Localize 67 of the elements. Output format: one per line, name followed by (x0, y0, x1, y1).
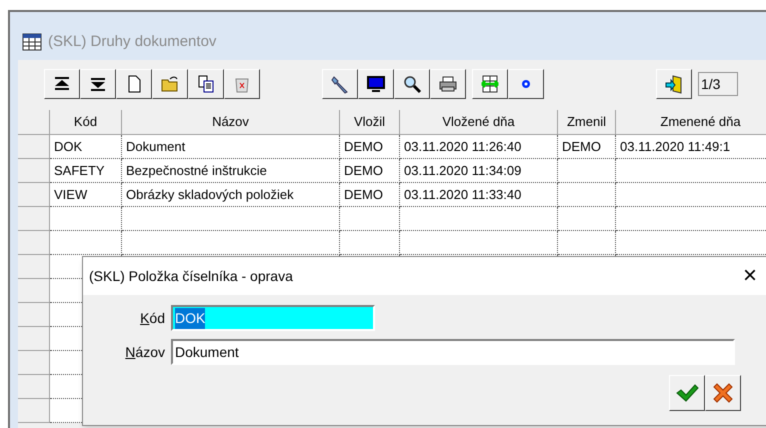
folder-icon (160, 74, 180, 94)
row-header (18, 207, 50, 231)
table-cell: DEMO (340, 159, 400, 183)
field-label: Kód (139, 308, 166, 328)
toolbar-button[interactable] (656, 69, 692, 99)
toolbar-button[interactable] (508, 69, 544, 99)
row-header (18, 327, 50, 351)
table-cell (558, 231, 616, 255)
copy-icon (196, 74, 216, 94)
toolbar-button[interactable] (472, 69, 508, 99)
table-cell: Dokument (122, 135, 340, 159)
dot-icon (521, 79, 531, 89)
cancel-button[interactable] (705, 375, 741, 411)
dialog-title: (SKL) Položka číselníka - oprava (89, 266, 293, 286)
row-header (18, 303, 50, 327)
toolbar-button[interactable] (80, 69, 116, 99)
row-header (18, 183, 50, 207)
table-cell (50, 231, 122, 255)
column-width-icon (480, 74, 500, 94)
table-cell: 03.11.2020 11:26:40 (400, 135, 558, 159)
input-field[interactable]: Dokument (171, 339, 735, 365)
close-button[interactable]: × (742, 264, 757, 288)
toolbar-button[interactable] (358, 69, 394, 99)
table-cell: Bezpečnostné inštrukcie (122, 159, 340, 183)
table-cell (340, 207, 400, 231)
table-cell: DEMO (340, 183, 400, 207)
checkmark-icon (675, 383, 699, 403)
table-icon (22, 33, 42, 51)
row-header (18, 231, 50, 255)
confirm-button[interactable] (669, 375, 705, 411)
table-cell: SAFETY (50, 159, 122, 183)
wrench-icon (330, 74, 350, 94)
table-cell: 03.11.2020 11:49:1 (616, 135, 766, 159)
table-cell (558, 207, 616, 231)
toolbar-button[interactable] (188, 69, 224, 99)
table-cell: 03.11.2020 11:34:09 (400, 159, 558, 183)
table-cell: DEMO (340, 135, 400, 159)
exit-door-icon (664, 74, 684, 94)
toolbar-button[interactable] (322, 69, 358, 99)
row-header (18, 279, 50, 303)
toolbar-button[interactable] (430, 69, 466, 99)
toolbar-button[interactable] (224, 69, 260, 99)
toolbar-button[interactable] (394, 69, 430, 99)
printer-icon (438, 74, 458, 94)
row-header (18, 159, 50, 183)
table-cell: 03.11.2020 11:33:40 (400, 183, 558, 207)
table-cell: Obrázky skladových položiek (122, 183, 340, 207)
page-field[interactable]: 1/3 (698, 72, 738, 96)
table-cell: DOK (50, 135, 122, 159)
input-field[interactable]: DOK (171, 305, 375, 331)
table-cell (50, 207, 122, 231)
toolbar-button[interactable] (44, 69, 80, 99)
table-cell: VIEW (50, 183, 122, 207)
search-icon (402, 74, 422, 94)
row-header (18, 375, 50, 399)
cross-icon (712, 382, 734, 404)
table-cell (340, 231, 400, 255)
toolbar-button[interactable] (152, 69, 188, 99)
table-cell (558, 159, 616, 183)
row-header (18, 351, 50, 375)
toolbar-button[interactable] (116, 69, 152, 99)
table-cell (558, 183, 616, 207)
table-cell: DEMO (558, 135, 616, 159)
row-header (18, 255, 50, 279)
window-title: (SKL) Druhy dokumentov (48, 32, 216, 52)
monitor-icon (366, 74, 386, 94)
field-label: Názov (124, 342, 166, 362)
